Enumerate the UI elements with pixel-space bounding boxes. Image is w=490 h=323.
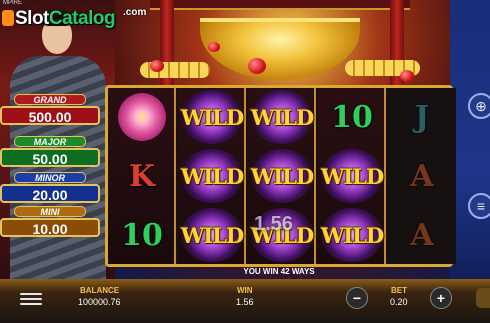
lotus-flower-icon (118, 93, 166, 141)
reel-1: K 10 (108, 88, 176, 264)
jackpot-value: 20.00 (0, 184, 100, 203)
menu-button[interactable] (20, 288, 42, 310)
balance-value: 100000.76 (78, 297, 121, 307)
wild-symbol: WILD (250, 149, 314, 203)
menu-icon (20, 293, 42, 295)
spin-button-edge[interactable] (476, 288, 490, 308)
wild-text: WILD (320, 163, 384, 189)
wild-symbol: WILD (250, 90, 314, 144)
jackpot-major: MAJOR 50.00 (0, 136, 100, 167)
symbol-cell: J (388, 88, 456, 146)
symbol-cell: WILD (318, 206, 386, 264)
symbol-cell: WILD (318, 147, 386, 205)
symbol-cell (108, 88, 176, 146)
jackpot-label: GRAND (14, 94, 86, 105)
wild-text: WILD (180, 222, 244, 248)
card-symbol: J (414, 99, 430, 135)
wild-text: WILD (180, 163, 244, 189)
game-title-fragment: MPIRE (3, 0, 23, 6)
symbol-cell: WILD (178, 206, 246, 264)
win-message: YOU WIN 42 WAYS (243, 267, 315, 276)
jackpot-label: MINI (14, 206, 86, 217)
jackpot-value: 500.00 (0, 106, 100, 125)
wild-text: WILD (250, 163, 314, 189)
wild-symbol: WILD (180, 149, 244, 203)
symbol-cell: WILD (248, 88, 316, 146)
symbol-cell: WILD (178, 147, 246, 205)
watermark-brand-part2: Catalog (48, 8, 116, 29)
bottom-control-bar: BALANCE 100000.76 WIN 1.56 − BET 0.20 + (0, 279, 490, 323)
symbol-cell: 10 (318, 88, 386, 146)
wild-text: WILD (180, 104, 244, 130)
symbol-cell: 10 (108, 206, 176, 264)
card-symbol: 10 (121, 217, 163, 253)
wild-text: WILD (250, 104, 314, 130)
wild-symbol: WILD (320, 208, 384, 262)
ruby-gem (208, 42, 220, 52)
bet-value: 0.20 (390, 297, 408, 307)
wild-symbol: WILD (180, 90, 244, 144)
jackpot-value: 10.00 (0, 218, 100, 237)
symbol-cell: A (388, 147, 456, 205)
menu-icon-line (20, 298, 42, 300)
temple-roof (150, 0, 410, 10)
coin-stack-icon: ≡ (476, 198, 486, 214)
treasure-bowl (200, 18, 360, 80)
jackpot-label: MAJOR (14, 136, 86, 147)
reel-2: WILD WILD WILD (178, 88, 246, 264)
increase-bet-button[interactable]: + (430, 287, 452, 309)
temple-background-right (450, 0, 490, 290)
wild-text: WILD (320, 222, 384, 248)
reel-grid: K 10 WILD WILD WILD WILD WILD WILD 10 WI… (105, 85, 456, 267)
bet-coins-button[interactable]: ≡ (468, 193, 490, 219)
game-scene: MPIRE SlotCatalog .com GRAND 500.00 MAJO… (0, 0, 490, 323)
ruby-gem (400, 70, 414, 82)
jackpot-value: 50.00 (0, 148, 100, 167)
watermark-suffix: .com (123, 7, 147, 18)
bet-label: BET (391, 286, 407, 295)
jackpot-mini: MINI 10.00 (0, 206, 100, 237)
symbol-cell: A (388, 206, 456, 264)
jackpot-label: MINOR (14, 172, 86, 183)
zoom-button[interactable]: ⊕ (468, 93, 490, 119)
ruby-gem (248, 58, 266, 74)
win-amount-overlay: 1.56 (254, 213, 293, 235)
symbol-cell: K (108, 147, 176, 205)
magnifier-plus-icon: ⊕ (475, 97, 487, 114)
card-symbol: A (410, 217, 434, 253)
jackpot-grand: GRAND 500.00 (0, 94, 100, 125)
reel-4: 10 WILD WILD (318, 88, 386, 264)
reel-3: WILD WILD WILD (248, 88, 316, 264)
card-symbol: 10 (331, 99, 373, 135)
decrease-bet-button[interactable]: − (346, 287, 368, 309)
minus-icon: − (352, 290, 362, 306)
jackpot-minor: MINOR 20.00 (0, 172, 100, 203)
wild-symbol: WILD (320, 149, 384, 203)
wild-symbol: WILD (180, 208, 244, 262)
symbol-cell: WILD (248, 147, 316, 205)
ruby-gem (150, 60, 164, 72)
slotcatalog-logo-icon (2, 10, 14, 26)
win-value: 1.56 (236, 297, 254, 307)
menu-icon-line (20, 303, 42, 305)
symbol-cell: WILD (178, 88, 246, 146)
reel-5: J A A (388, 88, 456, 264)
card-symbol: K (128, 158, 156, 194)
plus-icon: + (436, 290, 446, 306)
card-symbol: A (410, 158, 434, 194)
watermark-logo: SlotCatalog (2, 8, 116, 30)
balance-label: BALANCE (80, 286, 120, 295)
win-label: WIN (237, 286, 253, 295)
watermark-brand-part1: Slot (15, 8, 49, 29)
